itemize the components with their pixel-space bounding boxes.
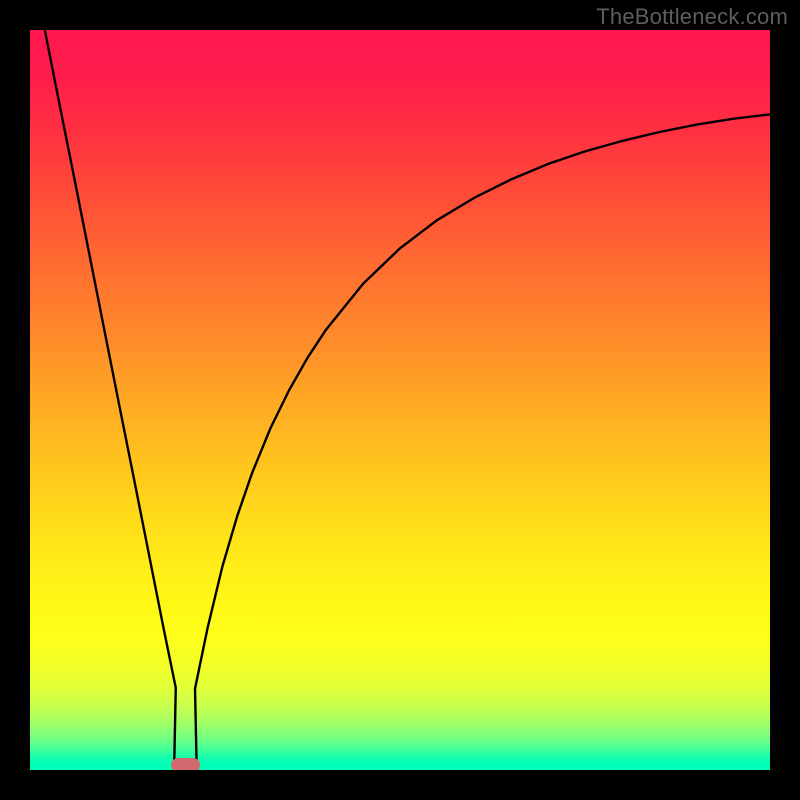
min-marker (171, 758, 201, 770)
watermark-text: TheBottleneck.com (596, 4, 788, 30)
curve-path (45, 30, 770, 760)
curve-svg (30, 30, 770, 770)
plot-area (30, 30, 770, 770)
chart-container: TheBottleneck.com (0, 0, 800, 800)
